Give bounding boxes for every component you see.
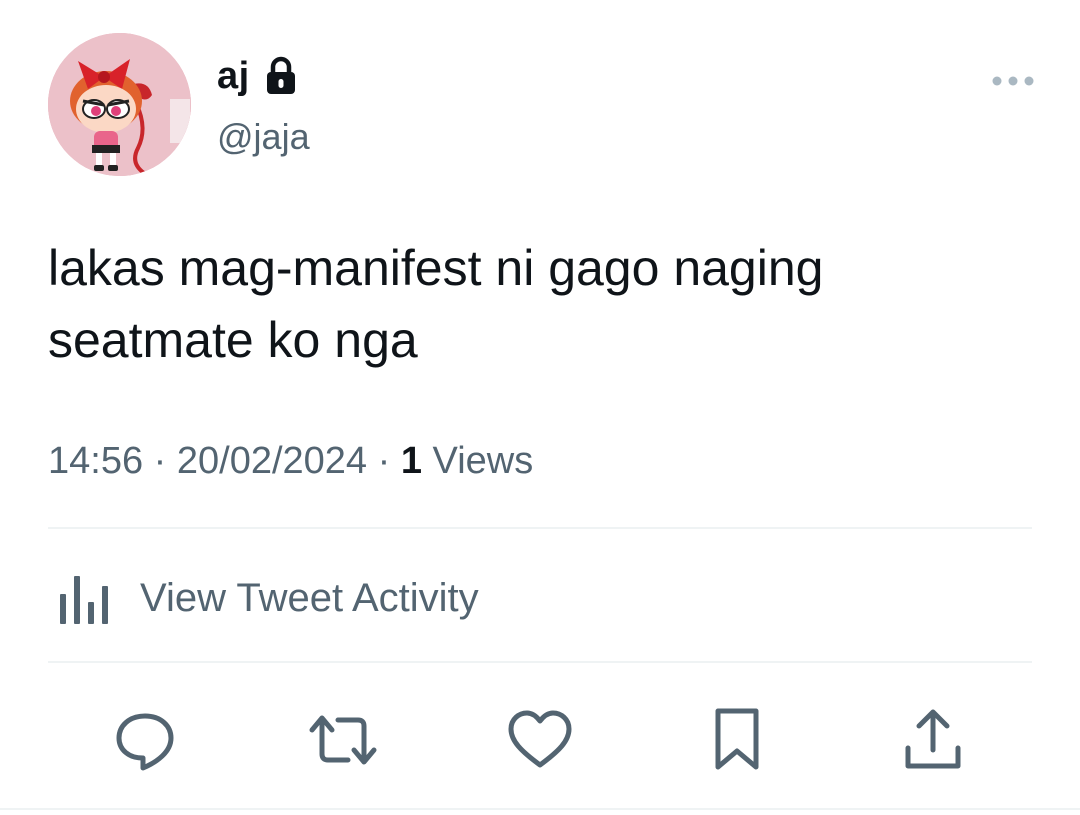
reply-icon xyxy=(116,713,174,771)
tweet-text: lakas mag-manifest ni gago naging seatma… xyxy=(48,240,824,368)
avatar[interactable] xyxy=(48,33,191,176)
share-button[interactable] xyxy=(893,700,973,780)
author-name-row[interactable]: aj xyxy=(217,52,298,100)
views-label: Views xyxy=(432,440,534,482)
divider xyxy=(48,527,1032,529)
share-icon xyxy=(905,709,961,769)
tweet-date[interactable]: 20/02/2024 xyxy=(177,440,367,483)
author-display-name[interactable]: aj xyxy=(217,55,250,98)
views-spacer xyxy=(422,440,433,483)
author-handle[interactable]: @jaja xyxy=(217,116,310,158)
bar-chart-icon xyxy=(60,576,108,624)
tweet-metadata: 14:56 · 20/02/2024 · 1 Views xyxy=(48,440,533,483)
tweet-action-bar xyxy=(0,700,1080,780)
view-tweet-activity-label: View Tweet Activity xyxy=(140,575,479,620)
powerpuff-blossom-avatar xyxy=(48,33,191,176)
lock-icon xyxy=(266,56,295,94)
bookmark-button[interactable] xyxy=(697,700,777,780)
tweet-detail: aj @jaja lakas mag-manifest ni gago nagi… xyxy=(0,0,1080,815)
reply-button[interactable] xyxy=(105,700,185,780)
divider xyxy=(48,661,1032,663)
like-button[interactable] xyxy=(500,700,580,780)
tweet-time[interactable]: 14:56 xyxy=(48,440,143,483)
retweet-button[interactable] xyxy=(303,700,383,780)
retweet-icon xyxy=(309,715,377,765)
view-tweet-activity-button[interactable]: View Tweet Activity xyxy=(48,566,479,630)
heart-icon xyxy=(508,710,572,768)
divider xyxy=(0,808,1080,810)
bookmark-icon xyxy=(715,708,759,770)
more-options-icon[interactable] xyxy=(990,70,1036,92)
meta-separator: · xyxy=(377,440,391,482)
meta-separator: · xyxy=(153,440,167,482)
views-count: 1 xyxy=(400,440,422,482)
